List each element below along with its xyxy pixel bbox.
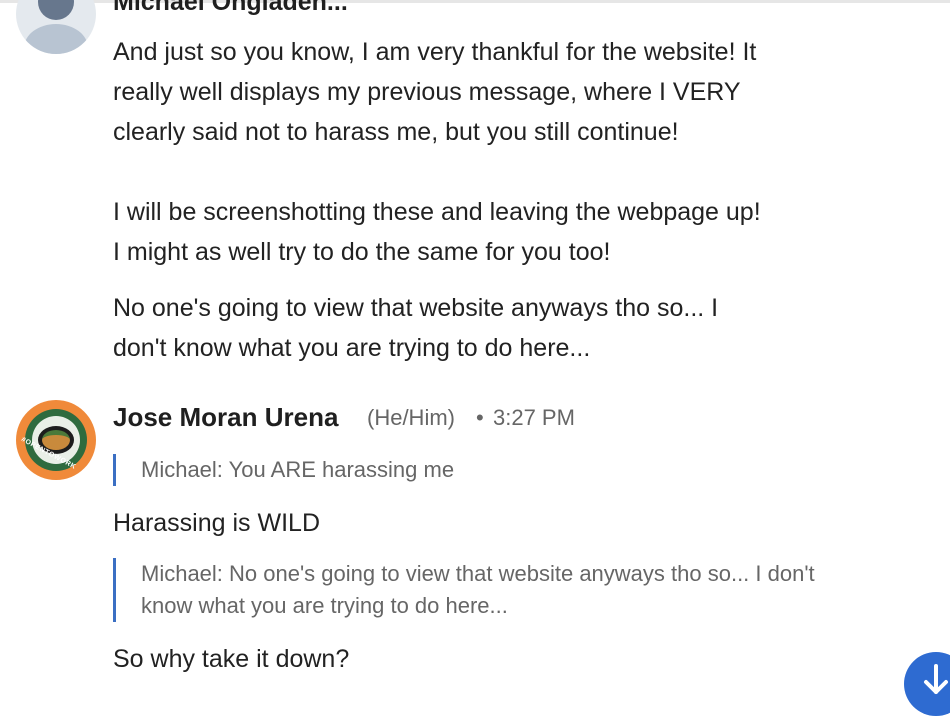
- quoted-message[interactable]: Michael: No one's going to view that web…: [113, 558, 933, 622]
- avatar-jose[interactable]: #OPENTOWORK: [16, 400, 96, 480]
- reply-text: Harassing is WILD: [113, 509, 320, 537]
- reply-text: So why take it down?: [113, 645, 350, 673]
- avatar-head-icon: [38, 0, 74, 20]
- avatar-michael[interactable]: [16, 0, 96, 54]
- quoted-message[interactable]: Michael: You ARE harassing me: [113, 454, 454, 486]
- avatar-body-icon: [24, 24, 88, 54]
- arrow-down-icon: [924, 664, 948, 694]
- separator-dot: •: [476, 405, 484, 430]
- message-text: And just so you know, I am very thankful…: [113, 38, 761, 266]
- burger-icon: [42, 430, 70, 450]
- message-time: 3:27 PM: [493, 405, 575, 430]
- sender-pronouns: (He/Him): [367, 405, 455, 430]
- sender-name[interactable]: Jose Moran Urena: [113, 402, 338, 433]
- message-text: No one's going to view that website anyw…: [113, 294, 719, 362]
- previous-sender-name[interactable]: Michael Ongiaden...: [113, 0, 348, 17]
